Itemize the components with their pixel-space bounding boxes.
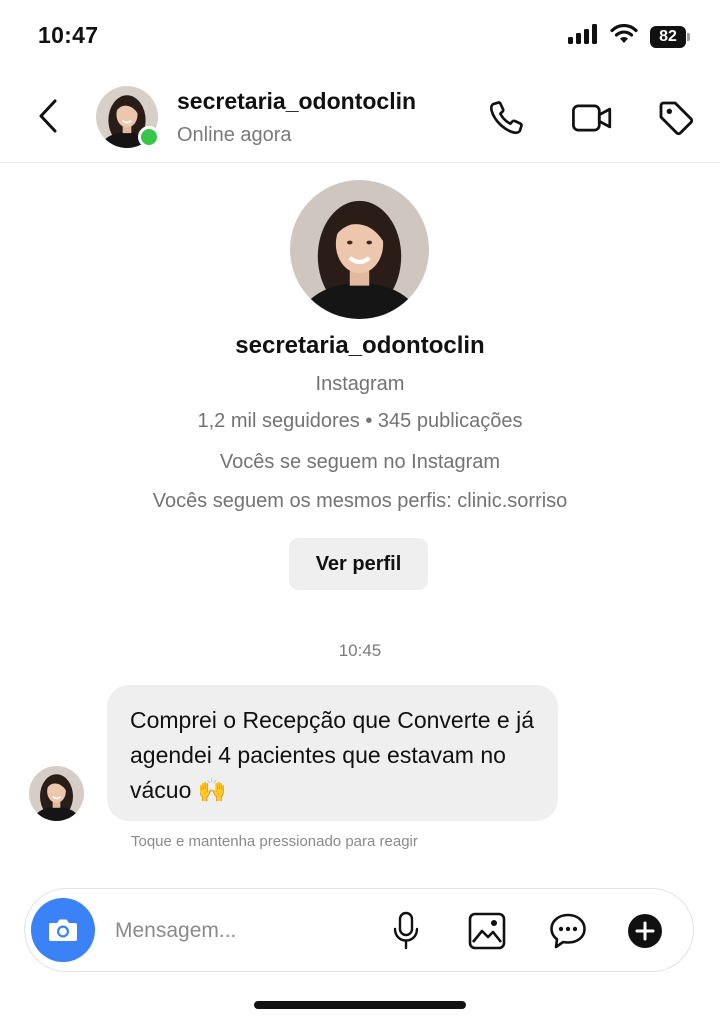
profile-photo — [290, 180, 429, 319]
profile-avatar[interactable] — [290, 180, 429, 319]
more-button[interactable] — [623, 909, 667, 953]
avatar-image — [29, 766, 84, 821]
message-input[interactable] — [115, 915, 365, 947]
tag-button[interactable] — [654, 96, 698, 140]
sticker-button[interactable] — [546, 909, 590, 953]
profile-username: secretaria_odontoclin — [235, 332, 485, 359]
call-button[interactable] — [484, 96, 528, 140]
battery-level: 82 — [650, 25, 686, 48]
chat-header: secretaria_odontoclin Online agora — [0, 72, 720, 163]
mutual-profiles-text: Vocês seguem os mesmos perfis: clinic.so… — [152, 490, 568, 512]
gallery-button[interactable] — [465, 909, 509, 953]
video-call-button[interactable] — [570, 96, 614, 140]
profile-platform: Instagram — [315, 373, 405, 395]
status-icons: 82 — [568, 23, 690, 49]
battery-icon: 82 — [650, 25, 690, 48]
microphone-icon — [393, 911, 419, 950]
signal-icon — [568, 24, 598, 49]
back-button[interactable] — [28, 94, 68, 138]
sticker-icon — [550, 913, 586, 949]
message-bubble[interactable]: Comprei o Recepção que Converte e já age… — [107, 685, 558, 821]
chat-screen: 10:47 82 secretaria_odontoclin Online ag… — [0, 0, 720, 1024]
phone-icon — [490, 101, 523, 134]
video-call-icon — [572, 104, 612, 132]
message-sender-avatar[interactable] — [29, 766, 84, 821]
mutual-follow-text: Vocês se seguem no Instagram — [219, 451, 501, 473]
online-indicator — [138, 126, 160, 148]
home-indicator[interactable] — [254, 1001, 466, 1009]
wifi-icon — [610, 23, 638, 49]
header-username[interactable]: secretaria_odontoclin — [177, 88, 416, 115]
chevron-left-icon — [39, 99, 57, 133]
message-composer — [24, 888, 694, 972]
header-avatar[interactable] — [96, 86, 160, 148]
reaction-hint: Toque e mantenha pressionado para reagir — [131, 833, 418, 850]
header-online-status: Online agora — [177, 124, 292, 146]
voice-message-button[interactable] — [384, 909, 428, 953]
status-bar: 10:47 82 — [0, 0, 720, 72]
profile-stats: 1,2 mil seguidores • 345 publicações — [197, 410, 523, 432]
message-timestamp: 10:45 — [338, 641, 382, 660]
battery-tip — [687, 32, 690, 41]
camera-button[interactable] — [31, 898, 95, 962]
view-profile-button[interactable]: Ver perfil — [289, 538, 428, 590]
gallery-icon — [468, 912, 506, 950]
camera-icon — [49, 919, 77, 941]
plus-icon — [628, 914, 662, 948]
tag-icon — [659, 101, 694, 136]
status-time: 10:47 — [38, 22, 99, 48]
